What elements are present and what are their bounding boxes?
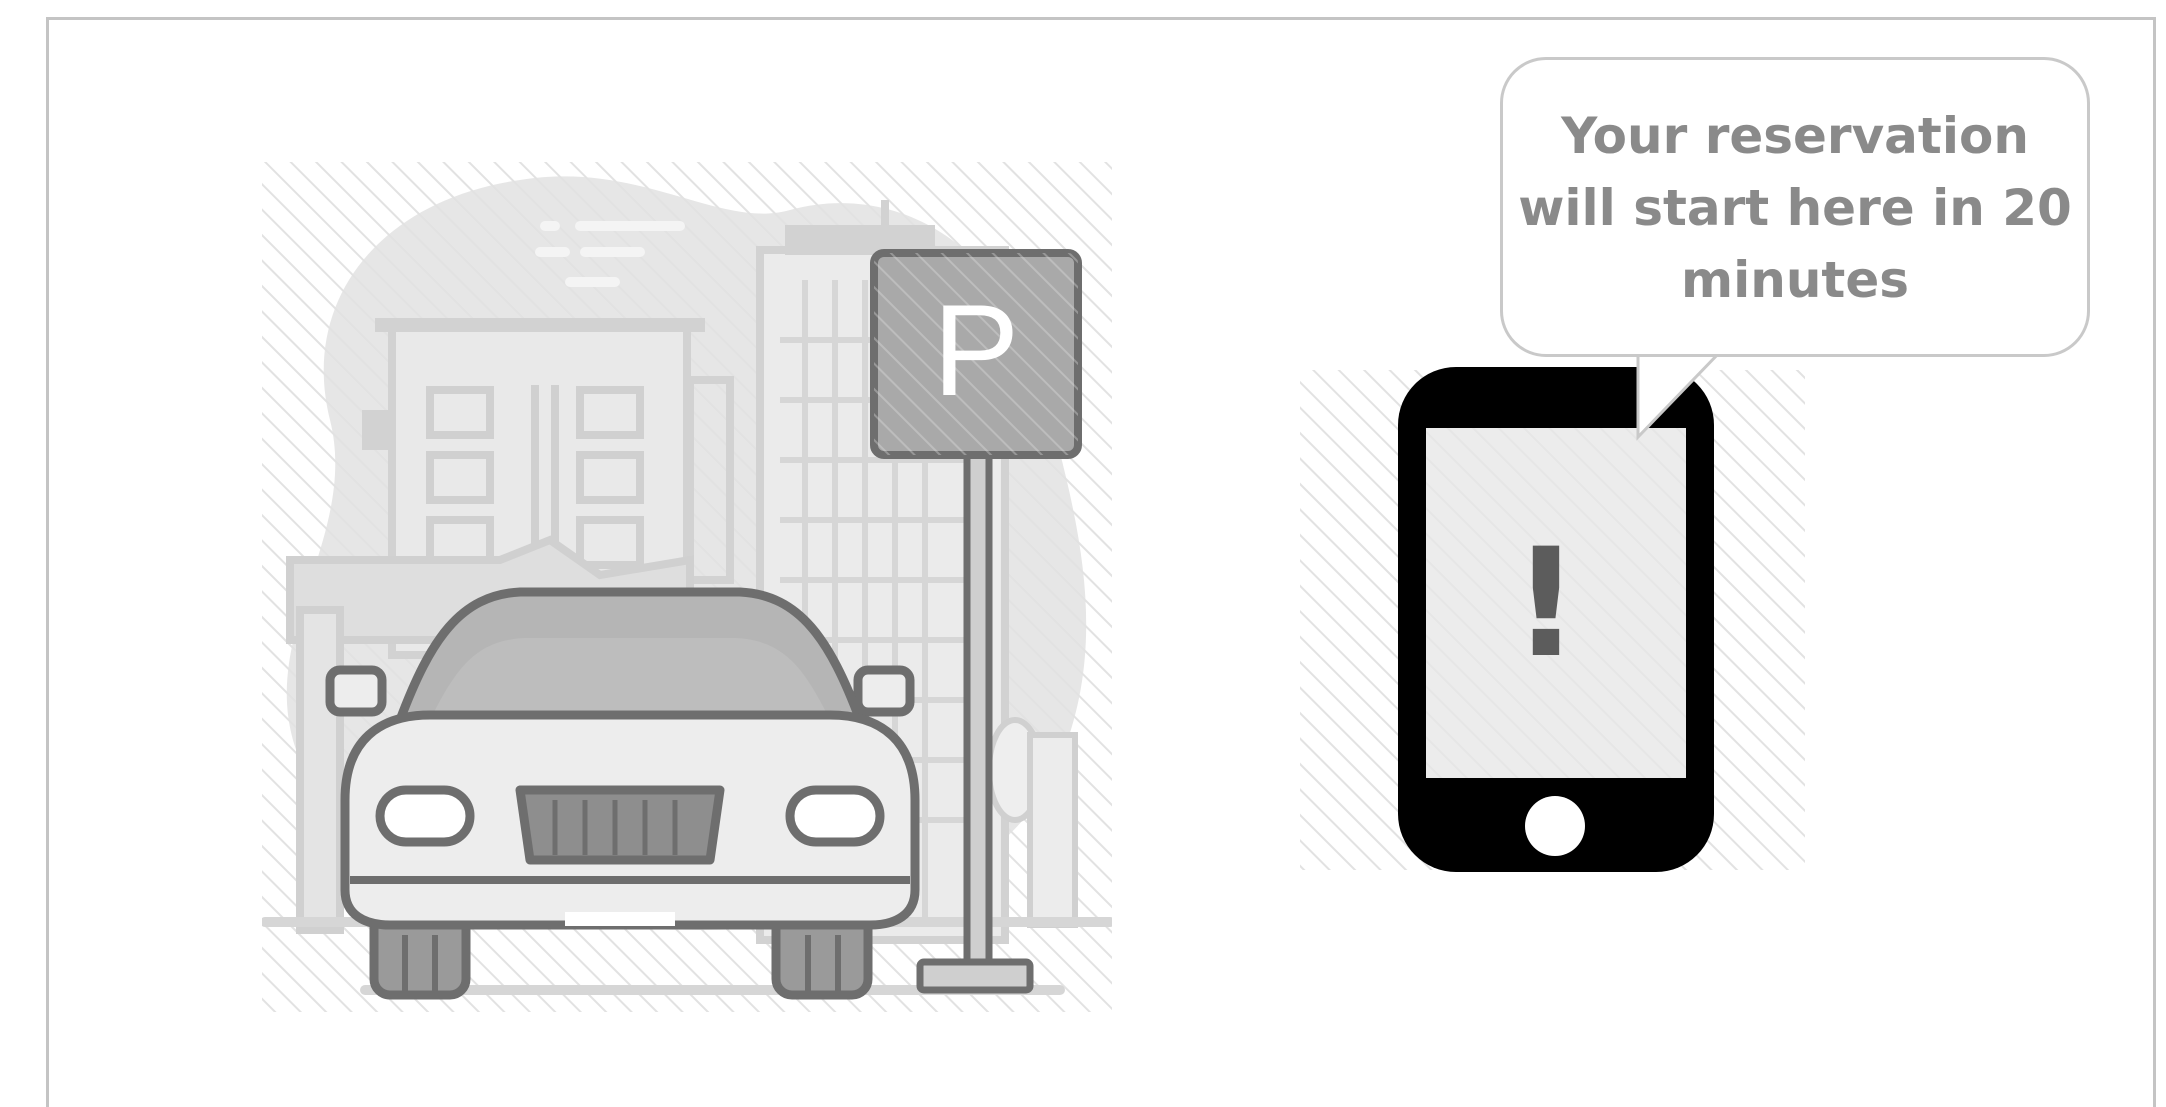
reservation-message: Your reservation will start here in 20 m… (1518, 107, 2072, 309)
smartphone-alert-icon: ! (1300, 367, 1805, 872)
parking-sign-letter: P (933, 277, 1020, 423)
notification-speech-bubble: Your reservation will start here in 20 m… (1500, 57, 2090, 357)
alert-glyph: ! (1512, 517, 1580, 691)
speech-bubble-tail (1636, 352, 1723, 441)
